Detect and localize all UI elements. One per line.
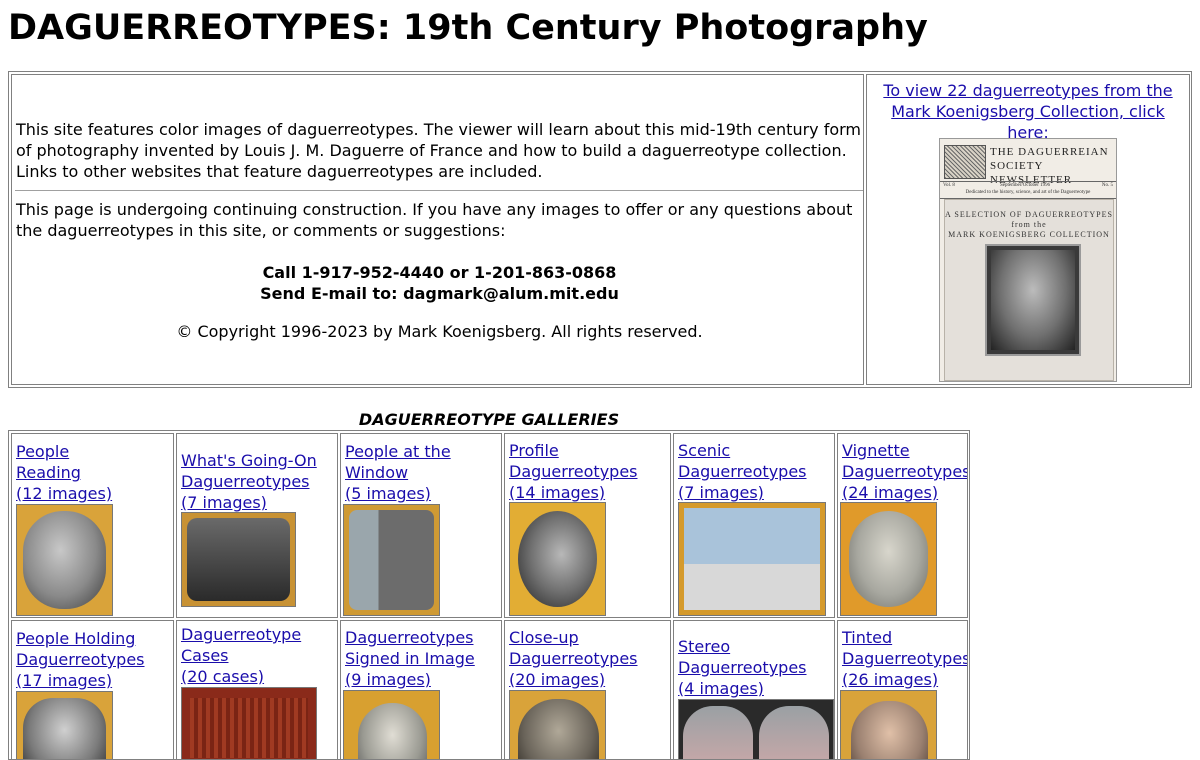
gallery-cell-cases: Daguerreotype Cases (20 cases) (176, 620, 338, 760)
intro-paragraph-2: This page is undergoing continuing const… (16, 200, 853, 240)
thumb-profile[interactable] (509, 502, 606, 616)
gallery-cell-scenic: Scenic Daguerreotypes (7 images) (673, 433, 835, 618)
gallery-cell-stereo: Stereo Daguerreotypes (4 images) (673, 620, 835, 760)
gallery-link-tinted[interactable]: Tinted Daguerreotypes (26 images) (842, 627, 967, 690)
contact-email: Send E-mail to: dagmark@alum.mit.edu (260, 284, 619, 303)
copyright-notice: © Copyright 1996-2023 by Mark Koenigsber… (176, 322, 703, 341)
newsletter-title-line-1: THE DAGUERREIAN (990, 146, 1109, 158)
thumb-people-holding[interactable] (16, 691, 113, 759)
thumb-vignette[interactable] (840, 502, 937, 616)
thumb-tinted[interactable] (840, 690, 937, 759)
engraving-icon (944, 145, 986, 179)
gallery-link-cases[interactable]: Daguerreotype Cases (20 cases) (181, 624, 331, 687)
collection-link[interactable]: To view 22 daguerreotypes from the Mark … (873, 80, 1183, 143)
gallery-table: People Reading (12 images) What's Going-On… (8, 430, 970, 760)
gallery-cell-whats-going-on: What's Going-On Daguerreotypes (7 images) (176, 433, 338, 618)
intro-paragraph-1: This site features color images of dague… (16, 120, 862, 181)
gallery-link-profile[interactable]: Profile Daguerreotypes (14 images) (509, 440, 659, 503)
thumb-people-reading[interactable] (16, 504, 113, 616)
page-title: DAGUERREOTYPES: 19th Century Photography (8, 8, 928, 48)
contact-block: Call 1-917-952-4440 or 1-201-863-0868 Se… (16, 262, 863, 304)
gallery-link-close-up[interactable]: Close-up Daguerreotypes (20 images) (509, 627, 659, 690)
newsletter-daguerreotype-photo (987, 246, 1079, 354)
gallery-cell-profile: Profile Daguerreotypes (14 images) (504, 433, 671, 618)
gallery-link-whats-going-on[interactable]: What's Going-On Daguerreotypes (7 images) (181, 450, 331, 513)
gallery-link-scenic[interactable]: Scenic Daguerreotypes (7 images) (678, 440, 828, 503)
gallery-link-signed[interactable]: Daguerreotypes Signed in Image (9 images) (345, 627, 495, 690)
gallery-cell-signed: Daguerreotypes Signed in Image (9 images) (340, 620, 502, 760)
selection-line-2: from the (1011, 220, 1047, 229)
thumb-signed[interactable] (343, 690, 440, 759)
gallery-cell-people-at-window: People at the Window (5 images) (340, 433, 502, 618)
gallery-link-people-reading[interactable]: People Reading (12 images) (16, 441, 166, 504)
gallery-link-stereo[interactable]: Stereo Daguerreotypes (4 images) (678, 636, 828, 699)
gallery-cell-people-holding: People Holding Daguerreotypes (17 images) (11, 620, 174, 760)
collection-cell: To view 22 daguerreotypes from the Mark … (866, 74, 1190, 385)
newsletter-cover-image[interactable]: THE DAGUERREIAN SOCIETY NEWSLETTER Vol. … (939, 138, 1117, 382)
contact-phone: Call 1-917-952-4440 or 1-201-863-0868 (262, 263, 617, 282)
intro-cell: This site features color images of dague… (11, 74, 864, 385)
thumb-stereo[interactable] (678, 699, 834, 759)
selection-line-3: MARK KOENIGSBERG COLLECTION (948, 230, 1110, 239)
intro-divider (15, 190, 863, 191)
newsletter-dedication: Dedicated to the history, science, and a… (965, 190, 1091, 195)
newsletter-selection-text: A SELECTION OF DAGUERREOTYPES from the M… (945, 210, 1113, 240)
gallery-cell-close-up: Close-up Daguerreotypes (20 images) (504, 620, 671, 760)
galleries-heading: DAGUERREOTYPE GALLERIES (358, 410, 620, 429)
selection-line-1: A SELECTION OF DAGUERREOTYPES (945, 210, 1113, 219)
gallery-cell-vignette: Vignette Daguerreotypes (24 images) (837, 433, 968, 618)
thumb-cases[interactable] (181, 687, 317, 759)
gallery-cell-people-reading: People Reading (12 images) (11, 433, 174, 618)
gallery-link-people-at-window[interactable]: People at the Window (5 images) (345, 441, 495, 504)
gallery-link-people-holding[interactable]: People Holding Daguerreotypes (17 images) (16, 628, 166, 691)
gallery-link-vignette[interactable]: Vignette Daguerreotypes (24 images) (842, 440, 967, 503)
newsletter-issue-band: Vol. 8 September/October 1996 No. 5 Dedi… (940, 181, 1116, 199)
intro-table: This site features color images of dague… (8, 71, 1192, 388)
gallery-cell-tinted: Tinted Daguerreotypes (26 images) (837, 620, 968, 760)
thumb-whats-going-on[interactable] (181, 512, 296, 607)
thumb-close-up[interactable] (509, 690, 606, 759)
thumb-scenic[interactable] (678, 502, 826, 616)
newsletter-cover-body: A SELECTION OF DAGUERREOTYPES from the M… (944, 199, 1114, 381)
newsletter-masthead: THE DAGUERREIAN SOCIETY NEWSLETTER (942, 141, 1114, 186)
thumb-people-at-window[interactable] (343, 504, 440, 616)
